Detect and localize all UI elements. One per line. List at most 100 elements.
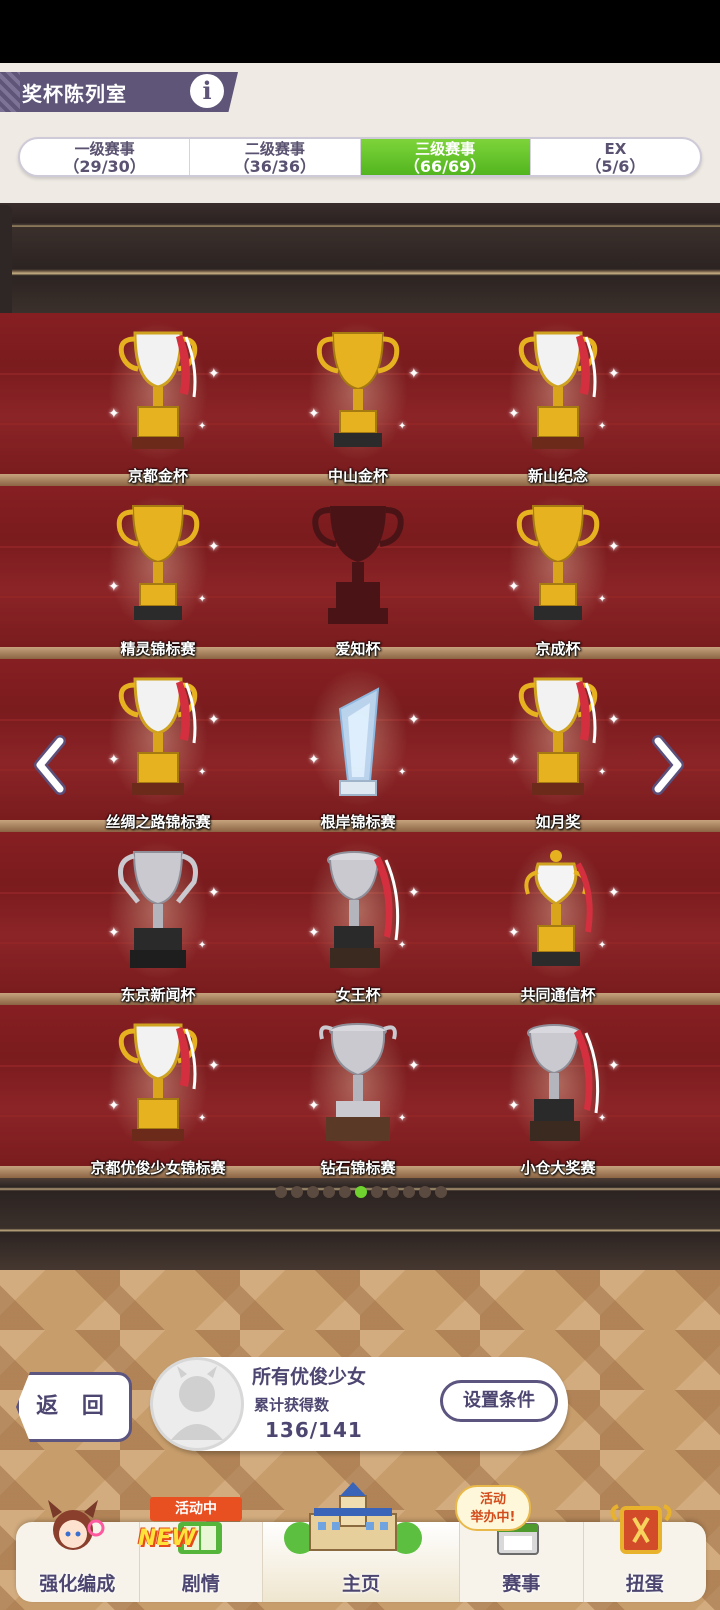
trophy-slot[interactable]: ✦ ✦ ✦ 小仓大奖赛 — [458, 1003, 658, 1177]
trophy-name: 京都优俊少女锦标赛 — [90, 1159, 226, 1177]
sparkle-icon: ✦ — [398, 940, 407, 951]
sparkle-icon: ✦ — [208, 366, 220, 382]
trophy-slot[interactable]: ✦ ✦ ✦ 丝绸之路锦标赛 — [58, 657, 258, 831]
sparkle-icon: ✦ — [508, 925, 520, 941]
sparkle-icon: ✦ — [198, 594, 207, 605]
new-badge: NEW — [138, 1526, 196, 1551]
page-dot[interactable] — [339, 1186, 351, 1198]
page-dot[interactable] — [371, 1186, 383, 1198]
tab-grade-1[interactable]: 一级赛事 （29/30） — [20, 139, 191, 175]
tab-ex[interactable]: EX （5/6） — [531, 139, 700, 176]
sparkle-icon: ✦ — [608, 539, 620, 555]
sparkle-icon: ✦ — [408, 885, 420, 901]
page-dot[interactable] — [435, 1186, 447, 1198]
gold-cup-ribbon-icon — [118, 1023, 198, 1141]
trophy-slot[interactable]: ✦ ✦ ✦ 女王杯 — [258, 830, 458, 1004]
tab-grade-2[interactable]: 二级赛事 （36/36） — [190, 139, 361, 176]
gold-cup-ribbon-icon — [518, 677, 598, 795]
back-button[interactable]: 返 回 — [16, 1372, 132, 1442]
tab-count: （66/69） — [403, 157, 487, 176]
chevron-left-icon — [34, 735, 66, 795]
gold-cup-ribbon-icon — [118, 677, 198, 795]
avatar — [150, 1357, 244, 1451]
next-page-arrow[interactable] — [648, 735, 688, 799]
trophy-name: 女王杯 — [335, 986, 381, 1004]
trophy-slot[interactable]: ✦ ✦ ✦ 东京新闻杯 — [58, 830, 258, 1004]
info-icon[interactable]: i — [190, 74, 224, 108]
page-dot[interactable] — [355, 1186, 367, 1198]
trophy-slot[interactable]: ✦ ✦ ✦ 京都优俊少女锦标赛 — [58, 1003, 258, 1177]
page-dot[interactable] — [323, 1186, 335, 1198]
page-dot[interactable] — [291, 1186, 303, 1198]
trophy-name: 钻石锦标赛 — [320, 1159, 396, 1177]
trophy-slot[interactable]: ✦ ✦ ✦ 根岸锦标赛 — [258, 657, 458, 831]
tab-grade-3[interactable]: 三级赛事 （66/69） — [360, 139, 531, 176]
page-dot[interactable] — [275, 1186, 287, 1198]
trophy-slot[interactable]: ✦ ✦ ✦ 新山纪念 — [458, 311, 658, 485]
event-active-ribbon: 活动中 — [150, 1497, 242, 1521]
sparkle-icon: ✦ — [308, 752, 320, 768]
sparkle-icon: ✦ — [508, 752, 520, 768]
sparkle-icon: ✦ — [198, 421, 207, 432]
sparkle-icon: ✦ — [398, 767, 407, 778]
trophy-name: 根岸锦标赛 — [320, 813, 396, 831]
gold-cup-icon — [316, 332, 400, 447]
trophy-slot[interactable]: ✦ ✦ ✦ 京都金杯 — [58, 311, 258, 485]
trophy-name: 精灵锦标赛 — [120, 640, 196, 658]
sparkle-icon: ✦ — [598, 1113, 607, 1124]
trophy-name: 丝绸之路锦标赛 — [105, 813, 211, 831]
chevron-right-icon — [652, 735, 684, 795]
page-dot[interactable] — [419, 1186, 431, 1198]
sparkle-icon: ✦ — [208, 1058, 220, 1074]
page-indicator — [275, 1186, 447, 1198]
trophy-slot[interactable]: ✦ ✦ ✦ 中山金杯 — [258, 311, 458, 485]
sparkle-icon: ✦ — [308, 406, 320, 422]
trophy-slot[interactable]: ✦ ✦ ✦ 共同通信杯 — [458, 830, 658, 1004]
prev-page-arrow[interactable] — [30, 735, 70, 799]
trophy-name: 爱知杯 — [335, 640, 381, 658]
event-holding-bubble: 活动 举办中! — [455, 1485, 531, 1531]
trophy-slot[interactable]: ✦ ✦ ✦ 京成杯 — [458, 484, 658, 658]
nav-label: 扭蛋 — [625, 1573, 664, 1595]
sparkle-icon: ✦ — [608, 1058, 620, 1074]
trophy-slot[interactable]: ✦ ✦ ✦ 钻石锦标赛 — [258, 1003, 458, 1177]
sparkle-icon: ✦ — [608, 885, 620, 901]
sparkle-icon: ✦ — [598, 940, 607, 951]
sparkle-icon: ✦ — [508, 406, 520, 422]
nav-race[interactable]: 赛事 — [460, 1522, 584, 1602]
gold-cup-icon — [116, 505, 200, 620]
sparkle-icon: ✦ — [398, 421, 407, 432]
total-earned-count: 136/141 — [265, 1418, 363, 1442]
trophy-shelves: ✦ ✦ ✦ 京都金杯 ✦ ✦ ✦ 中山金杯 ✦ ✦ ✦ 新山纪念 ✦ ✦ ✦ 精灵锦标赛 爱知杯 ✦ ✦ ✦ 京成杯 ✦ ✦… — [0, 313, 720, 1178]
trophy-name: 共同通信杯 — [520, 986, 596, 1004]
sparkle-icon: ✦ — [408, 712, 420, 728]
trophy-slot[interactable]: 爱知杯 — [258, 484, 458, 658]
school-building-icon — [284, 1482, 422, 1554]
bubble-line: 活动 — [479, 1492, 506, 1507]
trophy-slot[interactable]: ✦ ✦ ✦ 如月奖 — [458, 657, 658, 831]
nav-enhance[interactable]: 强化编成 — [16, 1500, 140, 1602]
nav-label: 剧情 — [181, 1573, 220, 1595]
sparkle-icon: ✦ — [398, 1113, 407, 1124]
trophy-slot[interactable]: ✦ ✦ ✦ 精灵锦标赛 — [58, 484, 258, 658]
sparkle-icon: ✦ — [108, 925, 120, 941]
bubble-line: 举办中! — [470, 1510, 516, 1525]
tab-label: 二级赛事 — [244, 140, 305, 158]
silver-cup-ribbon-icon — [327, 851, 400, 968]
page-dot[interactable] — [307, 1186, 319, 1198]
gold-cup-ribbon-icon — [118, 331, 198, 449]
total-earned-label: 累计获得数 — [254, 1396, 330, 1414]
page-dot[interactable] — [403, 1186, 415, 1198]
silver-urn-trophy-icon — [319, 1023, 397, 1141]
sparkle-icon: ✦ — [598, 594, 607, 605]
trophy-name: 东京新闻杯 — [120, 986, 196, 1004]
filter-target-label: 所有优俊少女 — [252, 1366, 367, 1388]
gold-cup-icon — [516, 505, 600, 620]
trophy-name: 中山金杯 — [327, 467, 388, 485]
set-filter-button[interactable]: 设置条件 — [440, 1380, 558, 1422]
nav-home[interactable]: 主页 — [263, 1482, 460, 1602]
page-dot[interactable] — [387, 1186, 399, 1198]
tab-count: （36/36） — [233, 157, 317, 176]
nav-gacha[interactable]: 扭蛋 — [584, 1504, 707, 1602]
sparkle-icon: ✦ — [108, 406, 120, 422]
